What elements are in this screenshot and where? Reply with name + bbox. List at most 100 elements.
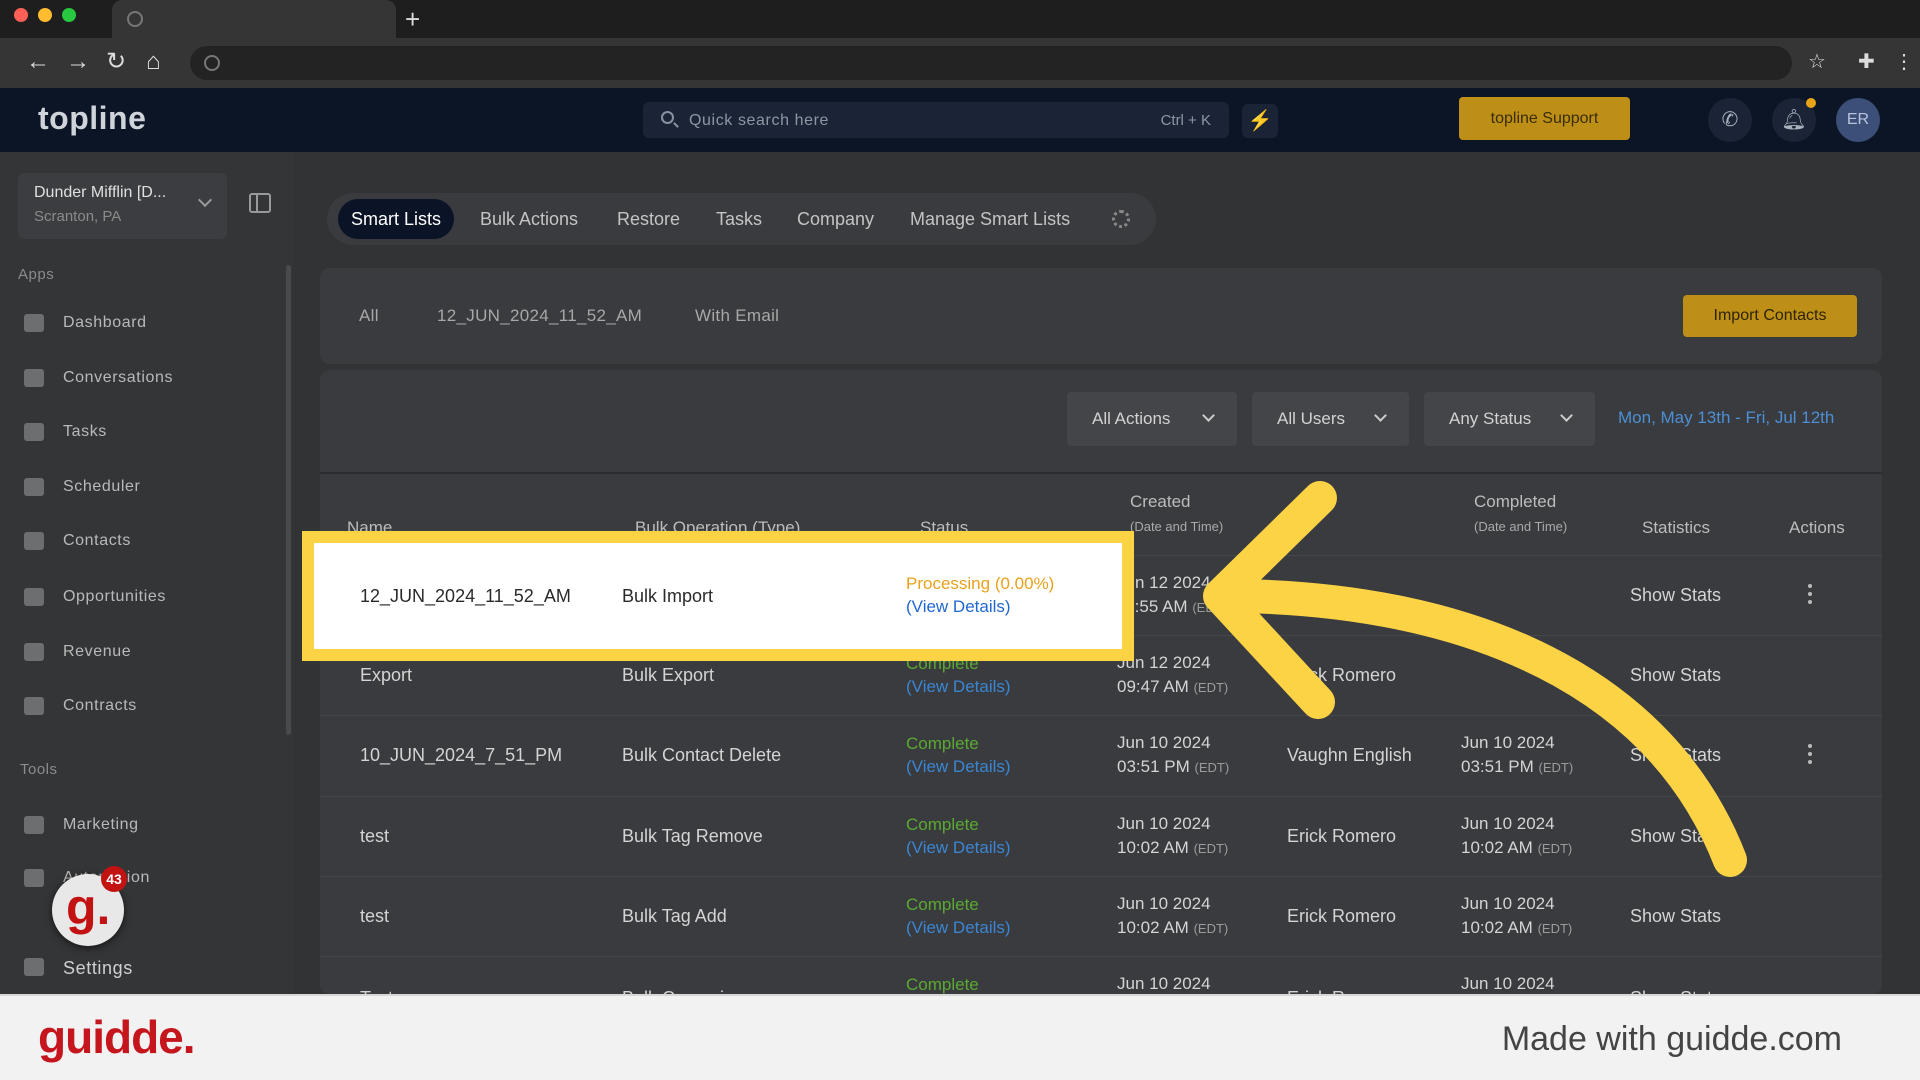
column-header-completed[interactable]: Completed (Date and Time) — [1474, 490, 1567, 539]
back-icon[interactable]: ← — [26, 48, 50, 76]
home-icon[interactable]: ⌂ — [146, 48, 161, 76]
made-with-text: Made with guidde.com — [1501, 1020, 1842, 1058]
lightning-icon[interactable]: ⚡ — [1242, 104, 1278, 138]
site-info-icon[interactable] — [204, 55, 220, 71]
collapse-sidebar-icon[interactable] — [249, 193, 271, 213]
sidebar-item-label: Scheduler — [63, 478, 141, 495]
address-bar[interactable] — [190, 46, 1792, 80]
column-header-created[interactable]: Created (Date and Time) — [1130, 490, 1223, 539]
show-stats-link[interactable]: Show Stats — [1630, 906, 1721, 927]
view-details-link[interactable]: (View Details) — [906, 838, 1011, 857]
any-status-dropdown[interactable]: Any Status — [1424, 392, 1595, 446]
support-button[interactable]: topline Support — [1459, 97, 1630, 140]
reload-icon[interactable]: ↻ — [106, 48, 126, 76]
tab-restore[interactable]: Restore — [617, 199, 680, 239]
target-icon — [24, 588, 44, 606]
tab-bulk-actions[interactable]: Bulk Actions — [480, 199, 578, 239]
sidebar-item-label: Dashboard — [63, 314, 147, 331]
quick-search-input[interactable]: Quick search here Ctrl + K — [643, 102, 1229, 138]
row-status: Complete — [906, 973, 979, 996]
subtab-with-email[interactable]: With Email — [695, 306, 779, 326]
completed-date: Jun 10 2024 10:02 AM (EDT) — [1461, 814, 1573, 857]
import-contacts-button[interactable]: Import Contacts — [1683, 295, 1857, 337]
view-details-link[interactable]: (View Details) — [906, 597, 1011, 616]
user-avatar[interactable]: ER — [1836, 98, 1880, 142]
show-stats-link[interactable]: Show Stats — [1630, 665, 1721, 686]
all-actions-dropdown[interactable]: All Actions — [1067, 392, 1237, 446]
minimize-window-button[interactable] — [38, 8, 52, 22]
sidebar-item-label: Revenue — [63, 643, 132, 660]
megaphone-icon — [24, 816, 44, 834]
completed-date: Jun 10 2024 03:51 PM (EDT) — [1461, 733, 1574, 776]
show-stats-link[interactable]: Show Stats — [1630, 826, 1721, 847]
column-header-statistics: Statistics — [1642, 518, 1711, 537]
column-header-user[interactable]: User — [1275, 518, 1311, 538]
all-users-dropdown[interactable]: All Users — [1252, 392, 1409, 446]
subtab-all[interactable]: All — [359, 306, 379, 326]
dropdown-label: Any Status — [1449, 409, 1532, 428]
location-switcher[interactable]: Dunder Mifflin [D... Scranton, PA — [18, 173, 227, 239]
view-details-link[interactable]: (View Details) — [906, 677, 1011, 696]
maximize-window-button[interactable] — [62, 8, 76, 22]
header-sublabel: (Date and Time) — [1474, 519, 1568, 534]
location-city: Scranton, PA — [34, 208, 122, 225]
automation-icon — [24, 869, 44, 887]
footer-bar: guidde. Made with guidde.com — [0, 994, 1920, 1080]
bookmark-star-icon[interactable]: ☆ — [1808, 50, 1826, 74]
dashboard-icon — [24, 314, 44, 332]
chevron-down-icon — [1202, 409, 1215, 422]
document-icon — [24, 697, 44, 715]
app-header: topline Quick search here Ctrl + K ⚡ top… — [0, 88, 1920, 152]
card-icon — [24, 643, 44, 661]
row-status: Complete (View Details) — [906, 813, 1011, 859]
close-window-button[interactable] — [14, 8, 28, 22]
new-tab-button[interactable]: + — [405, 4, 420, 34]
view-details-link[interactable]: (View Details) — [906, 757, 1011, 776]
divider — [320, 876, 1882, 877]
tab-company[interactable]: Company — [797, 199, 874, 239]
sidebar-item-label: Opportunities — [63, 588, 166, 605]
header-label: Completed — [1474, 492, 1557, 511]
row-status: Complete (View Details) — [906, 893, 1011, 939]
person-icon — [24, 532, 44, 550]
date-range-picker[interactable]: Mon, May 13th - Fri, Jul 12th — [1618, 408, 1834, 428]
apps-heading: Apps — [18, 266, 55, 283]
search-icon — [661, 111, 674, 124]
sidebar-scrollbar[interactable] — [286, 265, 291, 735]
row-name: Export — [360, 665, 413, 685]
highlighted-row-name: 12_JUN_2024_11_52_AM — [360, 586, 571, 606]
top-tabs: Smart Lists Bulk Actions Restore Tasks C… — [327, 193, 1156, 245]
status-text: Complete — [906, 815, 979, 834]
row-user: Erick Romero — [1287, 665, 1397, 685]
tab-tasks[interactable]: Tasks — [716, 199, 762, 239]
row-user: Erick Romero — [1287, 906, 1397, 926]
row-operation: Bulk Tag Remove — [622, 826, 763, 846]
browser-menu-icon[interactable]: ⋮ — [1894, 50, 1914, 74]
subtab-import-list[interactable]: 12_JUN_2024_11_52_AM — [437, 306, 642, 326]
status-text: Complete — [906, 895, 979, 914]
row-actions-menu-icon[interactable] — [1808, 744, 1812, 764]
browser-tab[interactable] — [112, 0, 396, 38]
completed-date: Jun 10 2024 10:02 AM (EDT) — [1461, 894, 1573, 937]
status-text: Complete — [906, 975, 979, 994]
settings-gear-icon[interactable] — [1112, 210, 1130, 228]
tab-manage-smart-lists[interactable]: Manage Smart Lists — [910, 199, 1070, 239]
tab-smart-lists[interactable]: Smart Lists — [338, 199, 455, 239]
browser-tabstrip: + — [0, 0, 1920, 38]
show-stats-link[interactable]: Show Stats — [1630, 585, 1721, 606]
phone-icon[interactable]: ✆ — [1708, 98, 1752, 142]
highlighted-row-status: Processing (0.00%) (View Details) — [906, 572, 1054, 618]
tasks-icon — [24, 423, 44, 441]
sidebar-item-label: Settings — [63, 958, 133, 978]
row-actions-menu-icon[interactable] — [1808, 584, 1812, 604]
view-details-link[interactable]: (View Details) — [906, 918, 1011, 937]
sidebar-item-label: Marketing — [63, 816, 139, 833]
show-stats-link[interactable]: Show Stats — [1630, 745, 1721, 766]
row-name: 10_JUN_2024_7_51_PM — [360, 745, 563, 765]
sidebar-item-label: Contacts — [63, 532, 131, 549]
row-operation: Bulk Export — [622, 665, 715, 685]
row-user: Vaughn English — [1287, 745, 1412, 765]
extensions-icon[interactable]: ✚ — [1858, 50, 1875, 74]
globe-icon — [127, 11, 143, 27]
forward-icon[interactable]: → — [66, 48, 90, 76]
